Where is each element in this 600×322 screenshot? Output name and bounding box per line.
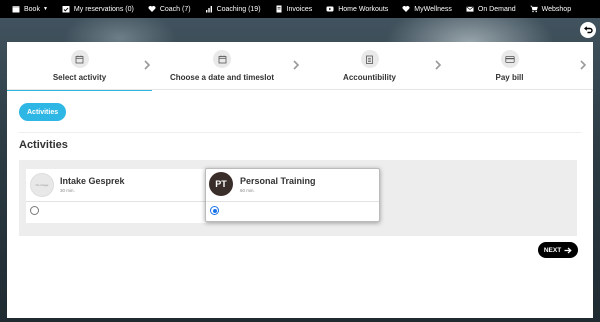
document-icon	[275, 5, 283, 13]
booking-steps: Select activity Choose a date and timesl…	[7, 42, 593, 91]
undo-icon	[584, 26, 593, 34]
section-title: Activities	[19, 139, 68, 151]
calendar-icon	[213, 50, 231, 68]
step-accountibility[interactable]: Accountibility	[307, 42, 432, 90]
activities-panel: No image Intake Gesprek 30 min. PT Perso…	[19, 160, 577, 236]
bar-chart-icon	[205, 5, 213, 13]
back-button[interactable]	[580, 22, 596, 38]
chevron-right-icon	[144, 60, 151, 70]
activity-card-intake[interactable]: No image Intake Gesprek 30 min.	[26, 169, 206, 223]
nav-item-book[interactable]: Book ▼	[12, 5, 48, 13]
step-pay-bill[interactable]: Pay bill	[447, 42, 572, 90]
top-navigation: Book ▼ My reservations (0) Coach (7) Coa…	[0, 0, 600, 18]
heart-icon	[402, 5, 410, 13]
calendar-check-icon	[62, 5, 70, 13]
credit-card-icon	[500, 50, 519, 68]
clipboard-icon	[360, 50, 379, 68]
nav-item-on-demand[interactable]: On Demand	[466, 5, 516, 13]
cart-icon	[530, 5, 538, 13]
nav-item-mywellness[interactable]: MyWellness	[402, 5, 452, 13]
activity-radio-intake[interactable]	[30, 206, 39, 215]
activities-filter-button[interactable]: Activities	[19, 103, 67, 121]
activity-name: Intake Gesprek	[60, 176, 125, 186]
step-choose-date[interactable]: Choose a date and timeslot	[152, 42, 292, 90]
chevron-right-icon	[293, 60, 300, 70]
step-select-activity[interactable]: Select activity	[7, 42, 152, 91]
envelope-icon	[466, 5, 474, 13]
calendar-icon	[70, 50, 89, 68]
next-button[interactable]: NEXT	[538, 242, 578, 258]
chevron-right-icon	[580, 60, 587, 70]
arrow-right-icon	[564, 247, 572, 253]
nav-item-webshop[interactable]: Webshop	[530, 5, 571, 13]
heart-icon	[148, 5, 156, 13]
nav-item-reservations[interactable]: My reservations (0)	[62, 5, 134, 13]
divider	[26, 201, 206, 202]
activity-radio-personal-training[interactable]	[210, 206, 219, 215]
avatar: No image	[30, 173, 54, 197]
nav-item-invoices[interactable]: Invoices	[275, 5, 312, 13]
nav-item-coach[interactable]: Coach (7)	[148, 5, 191, 13]
caret-down-icon: ▼	[42, 6, 48, 12]
booking-card: Select activity Choose a date and timesl…	[7, 42, 593, 318]
nav-item-coaching[interactable]: Coaching (19)	[205, 5, 261, 13]
avatar: PT	[209, 172, 233, 196]
divider	[19, 132, 581, 133]
activity-card-personal-training[interactable]: PT Personal Training 60 min.	[205, 168, 380, 222]
nav-item-home-workouts[interactable]: Home Workouts	[326, 5, 388, 13]
divider	[206, 201, 379, 202]
chevron-right-icon	[435, 60, 442, 70]
play-icon	[326, 5, 334, 13]
calendar-icon	[12, 5, 20, 13]
activity-duration: 30 min.	[60, 188, 75, 193]
activity-name: Personal Training	[240, 176, 316, 186]
activity-duration: 60 min.	[240, 188, 255, 193]
